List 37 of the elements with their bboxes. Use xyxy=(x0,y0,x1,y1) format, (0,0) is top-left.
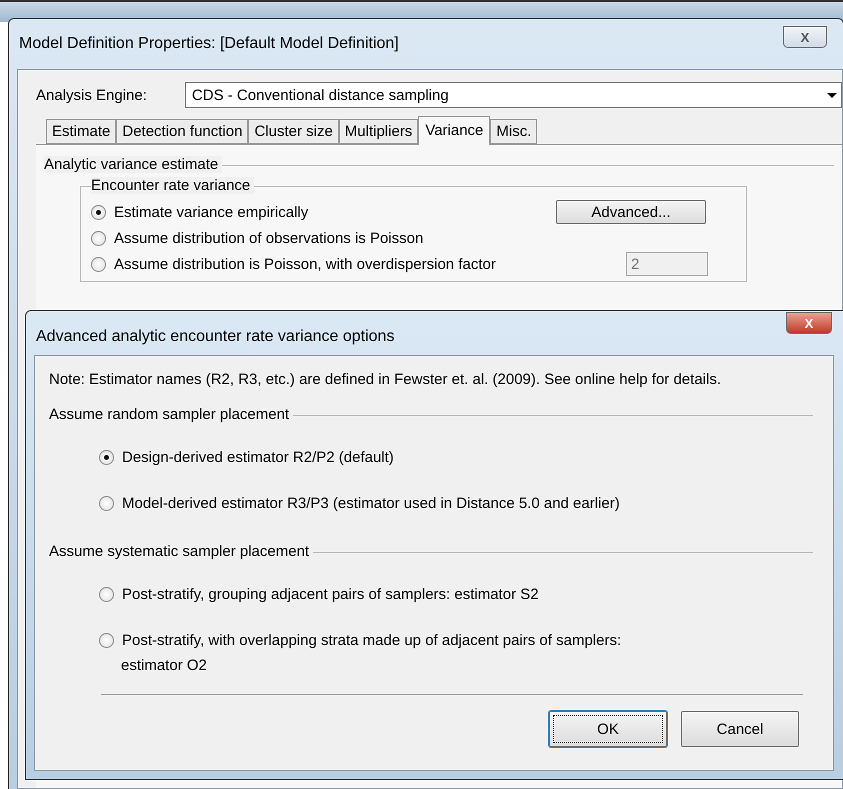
option-label: estimator O2 xyxy=(120,657,208,674)
tab[interactable]: Variance xyxy=(418,116,490,145)
tab[interactable]: Detection function xyxy=(116,119,248,144)
tab[interactable]: Multipliers xyxy=(338,119,418,144)
ok-button[interactable]: OK xyxy=(549,711,667,747)
cancel-button[interactable]: Cancel xyxy=(681,711,799,747)
radio-button[interactable] xyxy=(91,256,106,272)
note-text: Note: Estimator names (R2, R3, etc.) are defined in Fewster et. al. (2009). See online help for details. xyxy=(49,370,722,389)
group-title: Encounter rate variance xyxy=(91,177,254,194)
option-label: Model-derived estimator R3/P3 (estimator used in Distance 5.0 and earlier) xyxy=(122,494,620,512)
dropdown-arrow-icon xyxy=(827,92,837,98)
option-label: Post-stratify, grouping adjacent pairs of samplers: estimator S2 xyxy=(122,586,539,602)
engine-label: Analysis Engine: xyxy=(36,86,147,104)
engine-dropdown[interactable]: CDS - Conventional distance sampling xyxy=(184,82,842,108)
tab[interactable]: Misc. xyxy=(490,119,538,144)
section-title: Assume systematic sampler placement xyxy=(49,543,314,560)
option-label: Post-stratify, with overlapping strata made up of adjacent pairs of samplers: xyxy=(122,632,622,648)
option-label: Assume distribution of observations is Poisson xyxy=(114,230,424,246)
tab[interactable]: Estimate xyxy=(46,119,116,144)
radio-button[interactable] xyxy=(99,586,114,602)
radio-button[interactable] xyxy=(91,204,106,220)
dialog-title: Advanced analytic encounter rate variance options xyxy=(36,328,394,346)
overdispersion-field[interactable]: 2 xyxy=(626,252,708,276)
close-button[interactable]: X xyxy=(783,26,827,48)
option-label: Assume distribution is Poisson, with overdispersion factor xyxy=(114,256,496,272)
option-label: Estimate variance empirically xyxy=(114,204,308,220)
section-title: Assume random sampler placement xyxy=(49,406,294,423)
close-button[interactable]: X xyxy=(786,312,832,334)
radio-button[interactable] xyxy=(91,230,106,246)
option-label: Design-derived estimator R2/P2 (default) xyxy=(122,448,394,466)
group-title: Analytic variance estimate xyxy=(44,156,222,173)
radio-button[interactable] xyxy=(99,496,114,510)
advanced-button[interactable]: Advanced... xyxy=(556,200,706,224)
radio-button[interactable] xyxy=(99,632,114,648)
window-title: Model Definition Properties: [Default Model Definition] xyxy=(19,35,399,53)
tab[interactable]: Cluster size xyxy=(248,119,339,144)
radio-button[interactable] xyxy=(99,450,114,464)
